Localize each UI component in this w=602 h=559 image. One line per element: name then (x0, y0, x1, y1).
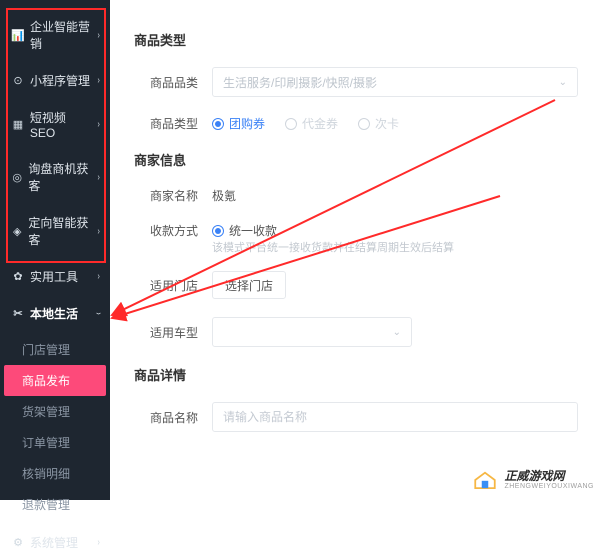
product-name-input[interactable] (212, 402, 578, 432)
nav-shortvideo-seo[interactable]: ▦ 短视频SEO › (0, 101, 110, 148)
chevron-right-icon: › (97, 172, 99, 183)
nav-tools[interactable]: ✿ 实用工具 › (0, 260, 110, 293)
nav-system[interactable]: ⚙ 系统管理 › (0, 526, 110, 559)
cartype-select[interactable]: ⌄ (212, 317, 412, 347)
sidebar: 📊 企业智能营销 › ⊙ 小程序管理 › ▦ 短视频SEO › ◎ 询盘商机获客… (0, 0, 110, 500)
main-content: 商品类型 商品品类 生活服务/印刷摄影/快照/摄影 ⌄ 商品类型 团购券 代金券… (110, 0, 602, 500)
chevron-right-icon: › (97, 271, 99, 282)
sub-product-publish[interactable]: 商品发布 (4, 365, 106, 396)
nav-miniprogram[interactable]: ⊙ 小程序管理 › (0, 64, 110, 97)
nav-label: 实用工具 (30, 268, 78, 285)
app-icon: ⊙ (12, 75, 24, 87)
nav-label: 短视频SEO (30, 109, 91, 140)
watermark-sub: ZHENGWEIYOUXIWANG (504, 483, 594, 490)
row-product-name: 商品名称 (134, 402, 578, 432)
watermark: 正威游戏网 ZHENGWEIYOUXIWANG (472, 470, 594, 490)
radio-label: 团购券 (229, 115, 265, 132)
section-product-type: 商品类型 (134, 30, 578, 49)
section-merchant-info: 商家信息 (134, 150, 578, 169)
radio-dot-icon (212, 118, 224, 130)
merchant-name-value: 极氪 (212, 187, 236, 204)
nav-inquiry-leads[interactable]: ◎ 询盘商机获客 › (0, 152, 110, 202)
row-payment: 收款方式 统一收款 (134, 222, 578, 239)
label-category: 商品品类 (134, 74, 198, 91)
bar-chart-icon: 📊 (12, 29, 24, 41)
chevron-right-icon: › (97, 226, 99, 237)
radio-multicard[interactable]: 次卡 (358, 115, 399, 132)
label-payment: 收款方式 (134, 222, 198, 239)
target-icon: ◎ (12, 171, 22, 183)
product-type-radios: 团购券 代金券 次卡 (212, 115, 399, 132)
chevron-down-icon: ⌄ (393, 327, 401, 338)
radio-label: 次卡 (375, 115, 399, 132)
watermark-title: 正威游戏网 (504, 470, 594, 483)
nav-label: 定向智能获客 (28, 214, 90, 248)
nav-label: 询盘商机获客 (28, 160, 90, 194)
row-stores: 适用门店 选择门店 (134, 271, 578, 299)
sub-shelf-manage[interactable]: 货架管理 (0, 396, 110, 427)
chevron-down-icon: ⌄ (559, 77, 567, 88)
category-placeholder: 生活服务/印刷摄影/快照/摄影 (223, 74, 377, 91)
nav-label: 本地生活 (30, 305, 78, 322)
radio-label: 代金券 (302, 115, 338, 132)
label-product-name: 商品名称 (134, 409, 198, 426)
radio-dot-icon (212, 225, 224, 237)
row-cartype: 适用车型 ⌄ (134, 317, 578, 347)
label-merchant-name: 商家名称 (134, 187, 198, 204)
nav-targeted-leads[interactable]: ◈ 定向智能获客 › (0, 206, 110, 256)
nav-local-life[interactable]: ✂ 本地生活 › (0, 297, 110, 330)
grid-icon: ▦ (12, 119, 24, 131)
nav-marketing[interactable]: 📊 企业智能营销 › (0, 10, 110, 60)
flower-icon: ✿ (12, 271, 24, 283)
chevron-right-icon: › (97, 537, 99, 548)
select-store-button[interactable]: 选择门店 (212, 271, 286, 299)
radio-unified-payment[interactable]: 统一收款 (212, 222, 277, 239)
diamond-icon: ◈ (12, 225, 22, 237)
chevron-down-icon: › (93, 312, 104, 314)
radio-dot-icon (285, 118, 297, 130)
category-select[interactable]: 生活服务/印刷摄影/快照/摄影 ⌄ (212, 67, 578, 97)
radio-dot-icon (358, 118, 370, 130)
chevron-right-icon: › (97, 119, 99, 130)
payment-helper-text: 该模式平台统一接收货款并在结算周期生效后结算 (212, 239, 578, 255)
radio-voucher[interactable]: 代金券 (285, 115, 338, 132)
nav-label: 小程序管理 (30, 72, 90, 89)
sub-writeoff-detail[interactable]: 核销明细 (0, 458, 110, 489)
gear-icon: ⚙ (12, 537, 24, 549)
chevron-right-icon: › (97, 30, 99, 41)
radio-label: 统一收款 (229, 222, 277, 239)
chevron-right-icon: › (97, 75, 99, 86)
sub-refund-manage[interactable]: 退款管理 (0, 489, 110, 520)
scissors-icon: ✂ (12, 308, 24, 320)
row-category: 商品品类 生活服务/印刷摄影/快照/摄影 ⌄ (134, 67, 578, 97)
nav-label: 企业智能营销 (30, 18, 91, 52)
label-stores: 适用门店 (134, 277, 198, 294)
row-product-type: 商品类型 团购券 代金券 次卡 (134, 115, 578, 132)
section-product-detail: 商品详情 (134, 365, 578, 384)
nav-label: 系统管理 (30, 534, 78, 551)
label-product-type: 商品类型 (134, 115, 198, 132)
radio-groupbuy[interactable]: 团购券 (212, 115, 265, 132)
sub-store-manage[interactable]: 门店管理 (0, 334, 110, 365)
sub-order-manage[interactable]: 订单管理 (0, 427, 110, 458)
label-cartype: 适用车型 (134, 324, 198, 341)
house-icon (472, 470, 498, 490)
row-merchant-name: 商家名称 极氪 (134, 187, 578, 204)
